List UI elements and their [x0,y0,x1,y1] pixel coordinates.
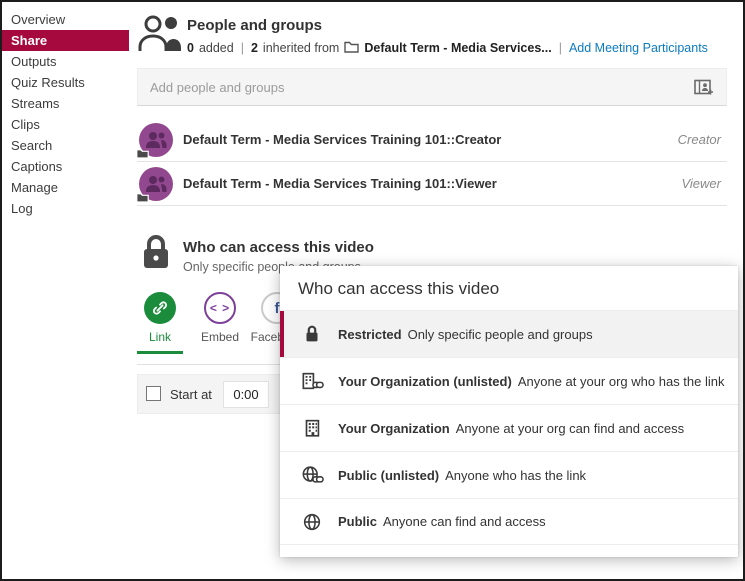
option-text: Restricted Only specific people and group… [338,327,593,342]
embed-icon: < > [204,292,236,324]
sidebar-item-captions[interactable]: Captions [2,156,129,177]
role-label[interactable]: Viewer [681,176,721,191]
option-desc: Anyone at your org can find and access [456,421,684,436]
option-name: Your Organization [338,421,450,436]
sidebar-item-clips[interactable]: Clips [2,114,129,135]
access-dropdown: Who can access this video Restricted Only… [280,266,738,557]
added-count: 0 [187,41,194,55]
option-name: Your Organization (unlisted) [338,374,512,389]
folder-badge-icon [136,192,149,203]
option-name: Public (unlisted) [338,468,439,483]
permission-row: Default Term - Media Services Training 1… [137,118,727,162]
tab-link[interactable]: Link [137,292,183,354]
dropdown-option-org[interactable]: Your Organization Anyone at your org can … [280,404,738,451]
group-avatar [139,167,173,201]
sidebar-item-streams[interactable]: Streams [2,93,129,114]
group-name: Default Term - Media Services Training 1… [183,132,501,147]
group-name: Default Term - Media Services Training 1… [183,176,497,191]
option-text: Your Organization (unlisted) Anyone at yo… [338,374,725,389]
tab-embed-label: Embed [194,330,246,344]
permission-row: Default Term - Media Services Training 1… [137,162,727,206]
section-title-people: People and groups [187,17,322,34]
address-book-icon[interactable] [694,79,714,102]
start-at-checkbox[interactable] [146,386,161,401]
folder-icon [344,40,359,56]
sidebar-item-quiz-results[interactable]: Quiz Results [2,72,129,93]
link-icon [144,292,176,324]
dropdown-option-public[interactable]: Public Anyone can find and access [280,498,738,545]
tab-embed[interactable]: < > Embed [194,292,246,354]
option-desc: Anyone who has the link [445,468,586,483]
option-desc: Only specific people and groups [408,327,593,342]
inherited-folder-link[interactable]: Default Term - Media Services... [364,41,551,55]
people-groups-icon [137,14,183,57]
people-meta: 0 added | 2 inherited from Default Term … [187,40,708,56]
add-meeting-participants-link[interactable]: Add Meeting Participants [569,41,708,55]
share-settings-page: Overview Share Outputs Quiz Results Stre… [0,0,745,581]
start-at-label: Start at [170,387,212,402]
sidebar-item-search[interactable]: Search [2,135,129,156]
option-desc: Anyone can find and access [383,514,546,529]
start-time-input[interactable] [223,381,269,408]
role-label[interactable]: Creator [678,132,721,147]
tab-link-label: Link [137,330,183,344]
sidebar-item-manage[interactable]: Manage [2,177,129,198]
option-text: Public (unlisted) Anyone who has the link [338,468,586,483]
inherited-label: inherited from [263,41,339,55]
sidebar-item-log[interactable]: Log [2,198,129,219]
option-name: Restricted [338,327,402,342]
group-avatar [139,123,173,157]
dropdown-option-restricted[interactable]: Restricted Only specific people and group… [280,310,738,357]
dropdown-title: Who can access this video [280,266,738,310]
add-people-input[interactable] [138,69,674,105]
added-label: added [199,41,234,55]
org-icon [298,417,326,439]
globe-link-icon [298,464,326,486]
section-title-access: Who can access this video [183,239,374,256]
sidebar-item-outputs[interactable]: Outputs [2,51,129,72]
sidebar: Overview Share Outputs Quiz Results Stre… [2,2,129,219]
globe-icon [298,511,326,533]
option-text: Your Organization Anyone at your org can … [338,421,684,436]
inherited-count: 2 [251,41,258,55]
folder-badge-icon [136,148,149,159]
dropdown-option-public-unlisted[interactable]: Public (unlisted) Anyone who has the link [280,451,738,498]
dropdown-option-org-unlisted[interactable]: Your Organization (unlisted) Anyone at yo… [280,357,738,404]
lock-icon [298,323,326,345]
add-people-input-wrap [137,68,727,106]
option-name: Public [338,514,377,529]
separator: | [559,41,562,55]
option-desc: Anyone at your org who has the link [518,374,725,389]
lock-icon [141,234,171,275]
sidebar-item-overview[interactable]: Overview [2,9,129,30]
sidebar-item-share[interactable]: Share [2,30,129,51]
separator: | [241,41,244,55]
option-text: Public Anyone can find and access [338,514,546,529]
org-link-icon [298,370,326,392]
